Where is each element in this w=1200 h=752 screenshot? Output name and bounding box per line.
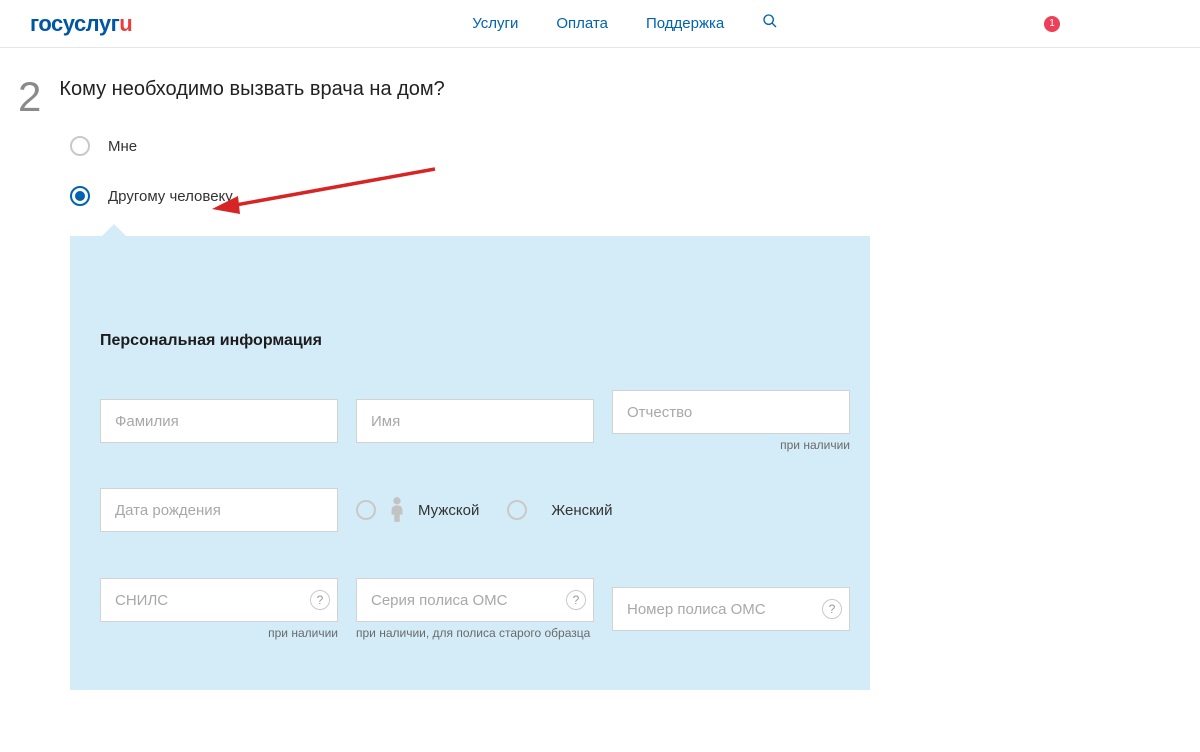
help-icon[interactable]: ?	[822, 599, 842, 619]
header: госуслугu Услуги Оплата Поддержка 1	[0, 0, 1200, 48]
row-birth-gender: Мужской Женский	[100, 488, 840, 532]
nav-support[interactable]: Поддержка	[646, 15, 724, 32]
search-icon[interactable]	[762, 13, 778, 34]
help-icon[interactable]: ?	[310, 590, 330, 610]
step-header: 2 Кому необходимо вызвать врача на дом?	[0, 48, 1200, 136]
birthdate-input[interactable]	[100, 488, 338, 532]
field-oms-series: ?	[356, 578, 594, 622]
oms-series-input[interactable]	[356, 578, 594, 622]
field-name	[356, 399, 594, 443]
notification-badge[interactable]: 1	[1044, 16, 1060, 32]
radio-icon	[70, 136, 90, 156]
surname-input[interactable]	[100, 399, 338, 443]
name-input[interactable]	[356, 399, 594, 443]
field-birthdate	[100, 488, 338, 532]
field-patronymic	[612, 390, 850, 434]
option-me[interactable]: Мне	[70, 136, 1200, 156]
field-surname	[100, 399, 338, 443]
gender-female-label: Женский	[551, 502, 612, 519]
radio-icon	[70, 186, 90, 206]
logo-text-2: u	[119, 11, 132, 36]
row-docs: ? при наличии ? при наличии, для полиса …	[100, 578, 840, 640]
oms-series-hint: при наличии, для полиса старого образца	[356, 626, 594, 640]
gender-male-label: Мужской	[418, 502, 479, 519]
patronymic-input[interactable]	[612, 390, 850, 434]
snils-input[interactable]	[100, 578, 338, 622]
option-other[interactable]: Другому человеку	[70, 186, 1200, 206]
logo-text-1: госуслуг	[30, 11, 119, 36]
field-oms-number: ?	[612, 587, 850, 631]
row-fio: при наличии	[100, 390, 840, 452]
patronymic-hint: при наличии	[612, 438, 850, 452]
step-number: 2	[18, 76, 41, 118]
option-me-label: Мне	[108, 138, 137, 155]
panel-title: Персональная информация	[100, 332, 840, 350]
gender-female-radio[interactable]	[507, 500, 527, 520]
panel-container: Персональная информация при наличии	[0, 236, 1200, 690]
nav-services[interactable]: Услуги	[472, 15, 518, 32]
person-icon	[386, 496, 408, 524]
options-group: Мне Другому человеку	[0, 136, 1200, 206]
snils-hint: при наличии	[100, 626, 338, 640]
gender-group: Мужской Женский	[356, 496, 630, 524]
oms-number-input[interactable]	[612, 587, 850, 631]
help-icon[interactable]: ?	[566, 590, 586, 610]
main-nav: Услуги Оплата Поддержка	[472, 13, 778, 34]
option-other-label: Другому человеку	[108, 188, 233, 205]
gender-male-radio[interactable]	[356, 500, 376, 520]
logo[interactable]: госуслугu	[30, 11, 132, 37]
field-snils: ?	[100, 578, 338, 622]
personal-info-panel: Персональная информация при наличии	[70, 236, 870, 690]
nav-payment[interactable]: Оплата	[556, 15, 608, 32]
step-title: Кому необходимо вызвать врача на дом?	[59, 78, 444, 101]
